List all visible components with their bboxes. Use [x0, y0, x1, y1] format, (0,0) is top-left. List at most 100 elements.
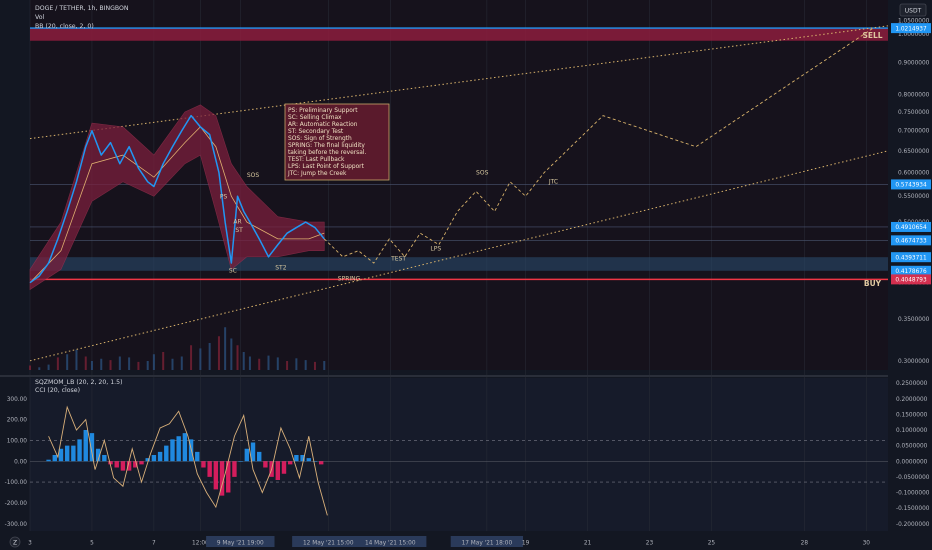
volume-bar: [152, 354, 155, 370]
squeeze-histogram-bar: [102, 455, 107, 462]
squeeze-histogram-bar: [232, 461, 237, 477]
squeeze-histogram-bar: [306, 458, 311, 462]
squeeze-histogram-bar: [83, 430, 88, 462]
time-tick-label: 21: [584, 541, 592, 547]
volume-bar: [199, 348, 202, 370]
price-tick-label: 0.7500000: [898, 110, 930, 116]
price-label-text: 1.0214937: [895, 26, 927, 32]
volume-bar: [230, 338, 233, 370]
squeeze-histogram-bar: [287, 461, 293, 465]
volume-bar: [267, 355, 270, 370]
squeeze-histogram-bar: [238, 461, 243, 462]
price-label-text: 0.4393711: [895, 255, 927, 261]
osc-tick-label: 0.2500000: [896, 381, 928, 387]
legend-box: PS: Preliminary SupportSC: Selling Clima…: [284, 103, 390, 181]
volume-bar: [171, 358, 174, 370]
cci-tick-label: 300.00: [7, 397, 28, 403]
volume-bar: [224, 327, 227, 370]
squeeze-histogram-bar: [89, 433, 95, 462]
annotation-sell: SELL: [862, 31, 882, 40]
price-tick-label: 0.5500000: [898, 194, 930, 200]
squeeze-histogram-bar: [170, 439, 175, 462]
annotation-spring: SPRING: [338, 276, 361, 283]
osc-tick-label: 0.0000000: [896, 459, 928, 465]
volume-bar: [100, 358, 103, 370]
volume-bar: [84, 356, 87, 370]
volume-bar: [47, 364, 50, 370]
legend-line: SPRING: The final liquidity: [288, 143, 365, 149]
time-tick-label: 7: [152, 541, 156, 547]
annotation-jtc: JTC: [548, 179, 558, 186]
indicator-sqzmom[interactable]: SQZMOM_LB (20, 2, 20, 1.5): [35, 379, 123, 386]
price-tick-label: 0.9000000: [898, 60, 930, 66]
volume-bar: [146, 361, 149, 370]
annotation-st2: ST2: [275, 264, 286, 271]
price-tick-label: 0.8000000: [898, 92, 930, 98]
squeeze-histogram-bar: [207, 461, 212, 477]
squeeze-histogram-bar: [114, 461, 119, 468]
volume-bar: [295, 358, 298, 370]
symbol-title: DOGE / TETHER, 1h, BINGBON: [35, 5, 129, 12]
osc-tick-label: 0.1000000: [896, 428, 928, 434]
timezone-button[interactable]: Z: [9, 536, 21, 548]
annotation-ps: PS: [220, 194, 228, 201]
volume-bar: [217, 336, 220, 370]
volume-bar: [313, 361, 316, 370]
squeeze-histogram-bar: [120, 461, 126, 471]
timezone-label: Z: [13, 540, 17, 547]
price-tick-label: 0.7000000: [898, 129, 930, 135]
annotation-st: ST: [235, 227, 243, 234]
squeeze-histogram-bar: [77, 439, 82, 462]
cci-axis-ticks: 300.00 200.00 100.00 0.00 -100.00 -200.00 -300…: [5, 397, 28, 528]
cci-tick-label: 200.00: [7, 418, 28, 424]
volume-bar: [137, 361, 140, 370]
volume-bar: [109, 360, 112, 370]
price-tick-label: 0.3500000: [898, 317, 930, 323]
legend-line: PS: Preliminary Support: [288, 108, 358, 114]
price-label-text: 0.4910654: [895, 225, 927, 231]
time-tick-label: 9 May '21 19:00: [217, 541, 264, 547]
osc-tick-label: 0.2000000: [896, 397, 928, 403]
squeeze-histogram-bar: [176, 436, 181, 462]
squeeze-histogram-bar: [157, 451, 163, 462]
time-tick-label: 12 May '21 15:00: [303, 541, 354, 547]
legend-line: SC: Selling Climax: [288, 115, 342, 121]
volume-bar: [304, 360, 307, 370]
legend-line: SOS: Sign of Strength: [288, 136, 352, 142]
volume-bar: [258, 358, 261, 370]
indicator-bb[interactable]: BB (20, close, 2, 0): [35, 23, 94, 30]
price-tick-label: 0.6500000: [898, 149, 930, 155]
squeeze-histogram-bar: [244, 448, 250, 462]
legend-line: AR: Automatic Reaction: [288, 122, 358, 128]
volume-bar: [128, 357, 131, 370]
volume-bar: [66, 354, 69, 370]
price-label-text: 0.5743934: [895, 183, 927, 189]
squeeze-histogram-bar: [318, 461, 324, 465]
annotation-lps: LPS: [430, 246, 441, 253]
cci-tick-label: 0.00: [14, 459, 27, 465]
volume-bar: [276, 357, 279, 370]
currency-label: USDT: [905, 8, 922, 15]
time-tick-label: 14 May '21 15:00: [365, 541, 416, 547]
squeeze-histogram-bar: [294, 455, 299, 462]
volume-bar: [118, 356, 121, 370]
legend-line: ST: Secondary Test: [288, 129, 344, 135]
indicator-cci[interactable]: CCI (20, close): [35, 387, 80, 394]
squeeze-histogram-bar: [46, 459, 51, 462]
osc-tick-label: 0.0500000: [896, 444, 928, 450]
squeeze-histogram-bar: [139, 461, 144, 465]
annotation-test: TEST: [390, 256, 406, 263]
currency-button[interactable]: USDT: [899, 3, 927, 17]
time-tick-label: 3: [28, 541, 32, 547]
indicator-vol[interactable]: Vol: [35, 14, 45, 21]
volume-bar: [90, 361, 93, 370]
legend-line: JTC: Jump the Creek: [287, 171, 347, 177]
time-tick-label: 28: [801, 541, 809, 547]
annotation-ar: AR: [233, 219, 241, 226]
time-tick-label: 30: [863, 541, 871, 547]
volume-bar: [75, 349, 78, 370]
volume-bar: [29, 365, 31, 370]
squeeze-histogram-bar: [257, 451, 262, 462]
legend-line: TEST: Last Pullback: [287, 157, 345, 163]
legend-line: LPS: Last Point of Support: [288, 164, 365, 170]
